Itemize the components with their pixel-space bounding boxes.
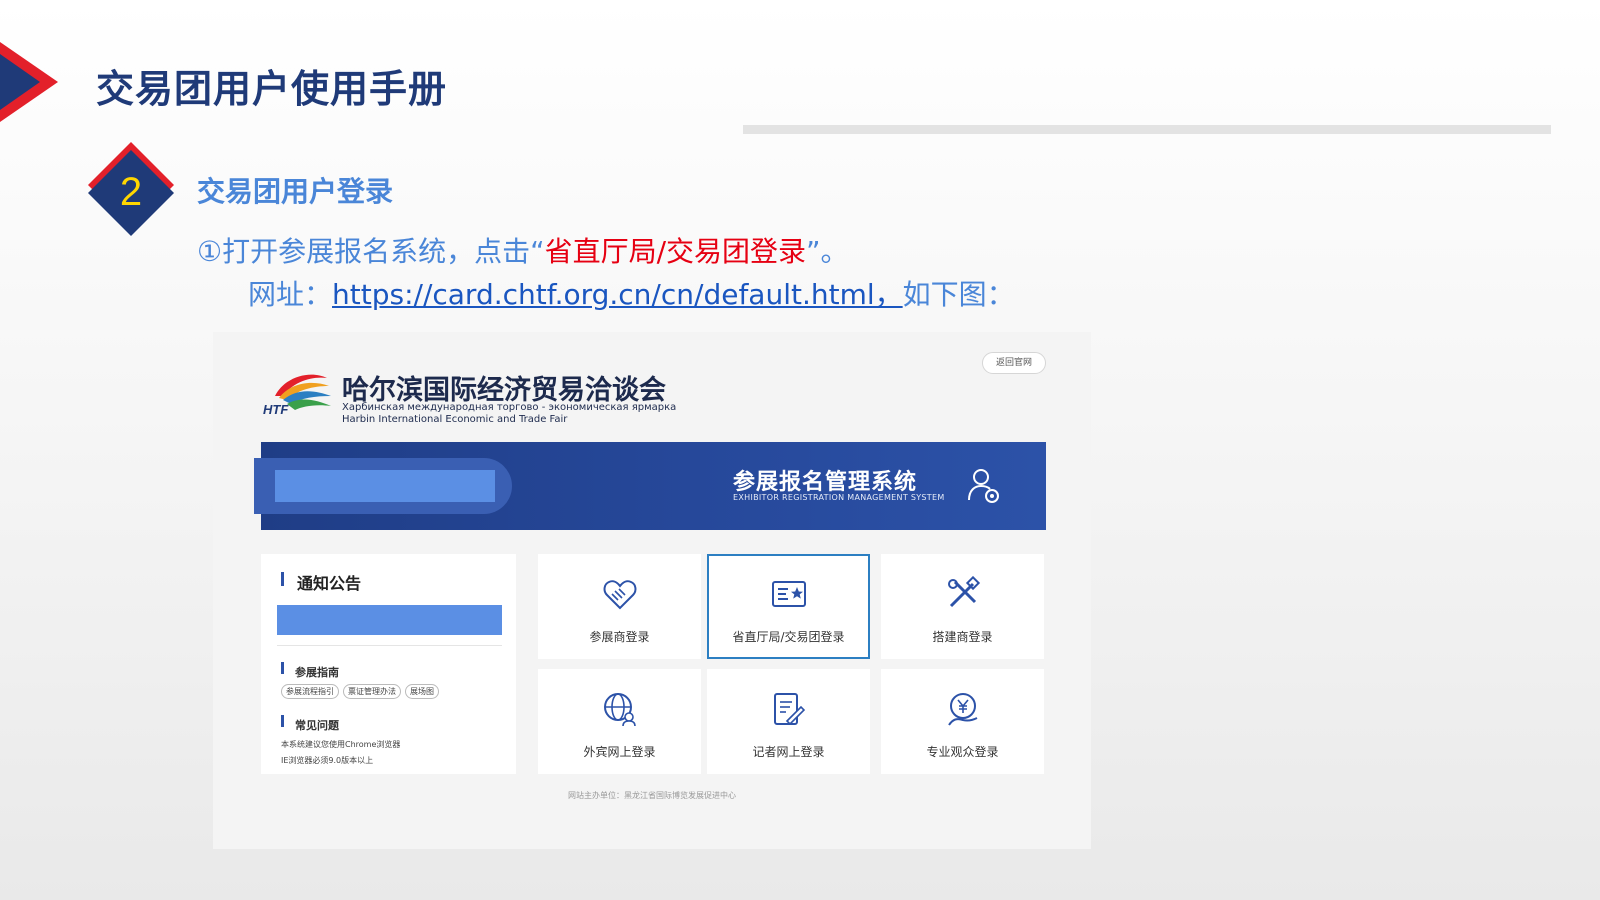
faq-title: 常见问题 bbox=[295, 719, 339, 732]
slide-title: 交易团用户使用手册 bbox=[96, 67, 448, 111]
fair-name-en: Harbin International Economic and Trade … bbox=[342, 414, 568, 425]
admin-settings-icon[interactable] bbox=[966, 466, 1002, 506]
faq-item: 本系统建议您使用Chrome浏览器 bbox=[281, 740, 401, 749]
section-marker bbox=[281, 662, 284, 674]
section-marker bbox=[281, 572, 284, 586]
section-title: 交易团用户登录 bbox=[197, 175, 394, 208]
tile-builder-login[interactable]: 搭建商登录 bbox=[881, 554, 1044, 659]
tools-icon bbox=[948, 576, 981, 608]
system-name-en: EXHIBITOR REGISTRATION MANAGEMENT SYSTEM bbox=[733, 493, 945, 502]
handshake-icon bbox=[603, 580, 637, 610]
tile-delegation-login[interactable]: 省直厅局/交易团登录 bbox=[707, 554, 870, 659]
instruction-highlight: 省直厅局/交易团登录 bbox=[544, 235, 807, 268]
logo-text: HTF bbox=[263, 402, 289, 417]
notice-title: 通知公告 bbox=[297, 574, 362, 593]
tile-label: 记者网上登录 bbox=[752, 745, 825, 759]
id-card-star-icon bbox=[772, 581, 806, 607]
instruction-prefix: ①打开参展报名系统，点击“ bbox=[197, 235, 545, 268]
redacted-area bbox=[275, 470, 495, 502]
url-line: 网址：https://card.chtf.org.cn/cn/default.h… bbox=[248, 273, 1015, 313]
url-link[interactable]: https://card.chtf.org.cn/cn/default.html… bbox=[332, 278, 903, 311]
tile-label: 专业观众登录 bbox=[926, 745, 999, 759]
site-footer: 网站主办单位：黑龙江省国际博览发展促进中心 bbox=[568, 791, 736, 800]
section-marker bbox=[281, 715, 284, 727]
tile-professional-visitor-login[interactable]: 专业观众登录 bbox=[881, 669, 1044, 774]
document-pen-icon bbox=[774, 693, 806, 726]
tile-foreign-guest-login[interactable]: 外宾网上登录 bbox=[538, 669, 701, 774]
globe-user-icon bbox=[604, 693, 636, 727]
url-suffix: 如下图： bbox=[902, 278, 1015, 311]
redacted-notice bbox=[277, 605, 502, 635]
notice-panel: 通知公告 参展指南 参展流程指引 票证管理办法 展场图 常见问题 本系统建议您使… bbox=[261, 554, 516, 774]
guide-tag[interactable]: 票证管理办法 bbox=[343, 684, 401, 699]
instruction-suffix: ”。 bbox=[806, 235, 849, 268]
step-number: 2 bbox=[119, 170, 143, 214]
system-banner: 参展报名管理系统 EXHIBITOR REGISTRATION MANAGEME… bbox=[254, 442, 1046, 530]
htf-logo: HTF bbox=[263, 374, 331, 417]
tile-journalist-login[interactable]: 记者网上登录 bbox=[707, 669, 870, 774]
yuan-user-icon bbox=[948, 693, 978, 726]
embedded-screenshot: 返回官网 HTF 哈尔滨国际经济贸易洽谈会 Харбинская междуна… bbox=[213, 332, 1091, 849]
tile-label: 搭建商登录 bbox=[932, 630, 993, 644]
instruction-line: ①打开参展报名系统，点击“省直厅局/交易团登录”。 bbox=[197, 230, 849, 270]
guide-tag[interactable]: 展场图 bbox=[405, 684, 439, 699]
guide-title: 参展指南 bbox=[295, 666, 339, 679]
faq-item: IE浏览器必须9.0版本以上 bbox=[281, 756, 374, 765]
header-divider bbox=[743, 125, 1551, 134]
guide-tags: 参展流程指引 票证管理办法 展场图 bbox=[281, 684, 439, 699]
system-name-cn: 参展报名管理系统 bbox=[733, 470, 918, 495]
guide-tag[interactable]: 参展流程指引 bbox=[281, 684, 339, 699]
url-label: 网址： bbox=[248, 278, 333, 311]
corner-arrow-decoration bbox=[0, 42, 58, 122]
tile-exhibitor-login[interactable]: 参展商登录 bbox=[538, 554, 701, 659]
divider bbox=[277, 645, 502, 646]
back-to-site-button[interactable]: 返回官网 bbox=[982, 352, 1046, 374]
tile-label: 省直厅局/交易团登录 bbox=[732, 630, 845, 644]
tile-label: 外宾网上登录 bbox=[583, 745, 656, 759]
tile-label: 参展商登录 bbox=[589, 630, 650, 644]
fair-name-ru: Харбинская международная торгово - эконо… bbox=[342, 402, 677, 413]
